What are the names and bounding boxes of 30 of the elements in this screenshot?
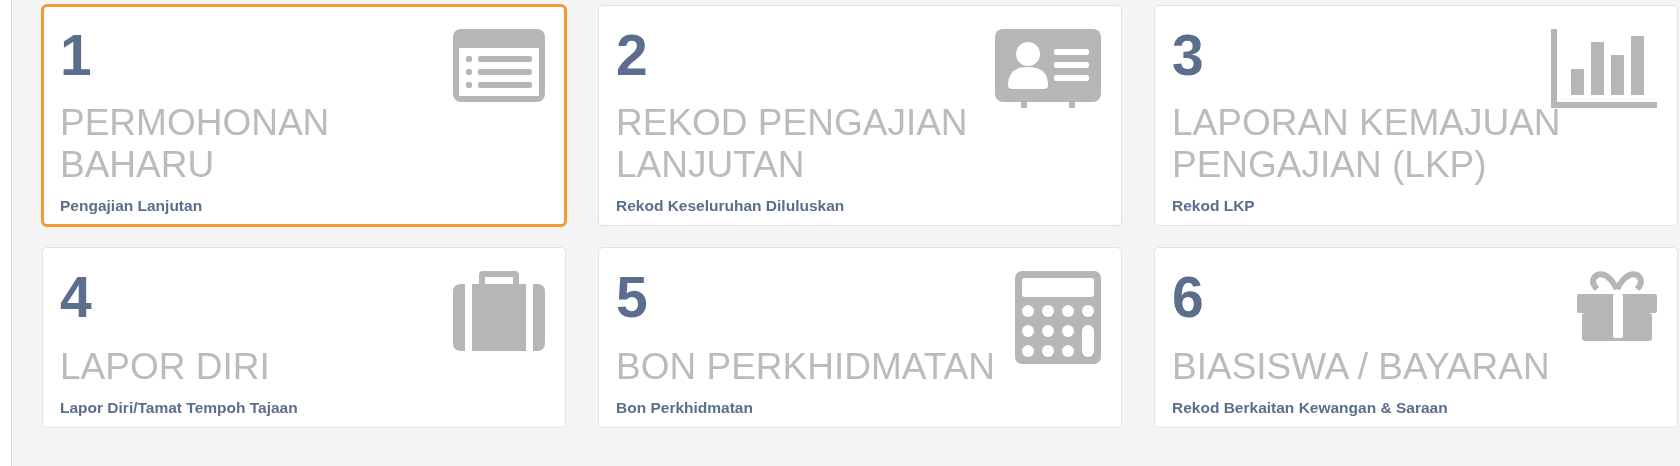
list-window-icon: [453, 29, 545, 102]
card-subtitle: Rekod LKP: [1172, 196, 1256, 216]
card-subtitle: Rekod Berkaitan Kewangan & Saraan: [1172, 398, 1449, 418]
menu-card[interactable]: 1 PERMOHONAN BAHARU Pengajian Lanjutan: [42, 5, 566, 226]
menu-card[interactable]: 4 LAPOR DIRI Lapor Diri/Tamat Tempoh Tajaan: [42, 247, 566, 428]
gift-icon: [1577, 271, 1657, 341]
card-number: 5: [616, 264, 648, 330]
bar-chart-icon: [1551, 29, 1657, 108]
card-number: 6: [1172, 264, 1204, 330]
menu-card[interactable]: 5 BON PERKHIDMATAN Bon Perkhidmatan: [598, 247, 1122, 428]
card-title: BIASISWA / BAYARAN: [1172, 346, 1551, 388]
id-card-icon: [995, 29, 1101, 108]
menu-card[interactable]: 2 REKOD PENGAJIAN LANJUTAN Rekod Keseluruhan Diluluskan: [598, 5, 1122, 226]
card-number: 1: [60, 22, 92, 88]
menu-card[interactable]: 6 BIASISWA / BAYARAN Rekod Berkaitan Kewangan & Saraan: [1154, 247, 1678, 428]
card-title: LAPORAN KEMAJUAN PENGAJIAN (LKP): [1172, 102, 1562, 186]
card-title: LAPOR DIRI: [60, 346, 271, 388]
card-title: PERMOHONAN BAHARU: [60, 102, 331, 186]
card-title: BON PERKHIDMATAN: [616, 346, 996, 388]
card-subtitle: Pengajian Lanjutan: [60, 196, 204, 216]
briefcase-icon: [453, 271, 545, 351]
card-subtitle: Bon Perkhidmatan: [616, 398, 754, 418]
card-subtitle: Lapor Diri/Tamat Tempoh Tajaan: [60, 398, 299, 418]
card-number: 4: [60, 264, 92, 330]
card-title: REKOD PENGAJIAN LANJUTAN: [616, 102, 969, 186]
card-number: 2: [616, 22, 648, 88]
calculator-icon: [1015, 271, 1101, 364]
card-subtitle: Rekod Keseluruhan Diluluskan: [616, 196, 846, 216]
menu-card[interactable]: 3 LAPORAN KEMAJUAN PENGAJIAN (LKP) Rekod LKP: [1154, 5, 1678, 226]
card-number: 3: [1172, 22, 1204, 88]
